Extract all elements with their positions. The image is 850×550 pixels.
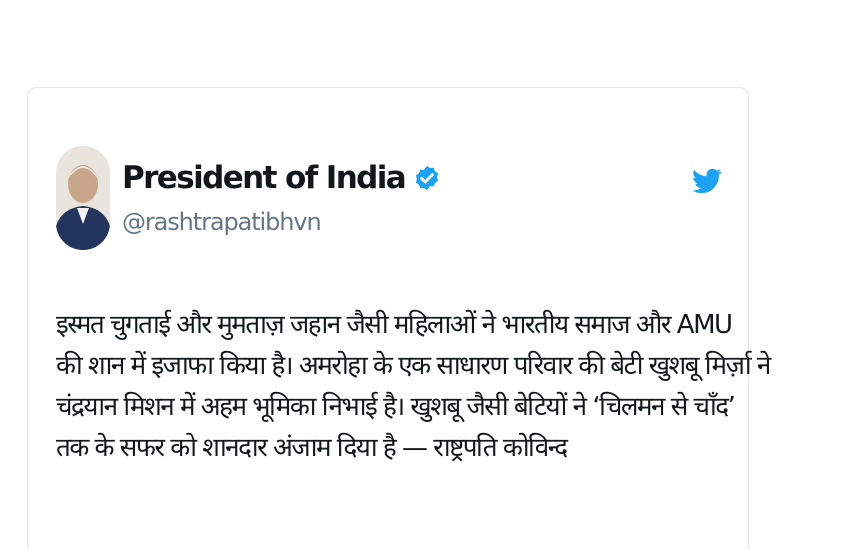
verified-badge-icon xyxy=(416,165,439,191)
author-handle[interactable]: @rashtrapatibhvn xyxy=(122,208,322,236)
author-name-row: President of India xyxy=(122,152,441,204)
avatar[interactable] xyxy=(56,146,110,250)
portrait-avatar-icon xyxy=(56,146,110,250)
twitter-bird-icon[interactable] xyxy=(692,160,722,200)
tweet-text-line: चंद्रयान मिशन में अहम भूमिका निभाई है। ख… xyxy=(56,392,736,422)
tweet-text-line: की शान में इजाफा किया है। अमरोहा के एक स… xyxy=(56,351,771,381)
tweet-text-line: इस्मत चुगताई और मुमताज़ जहान जैसी महिलाओ… xyxy=(56,310,733,340)
author-display-name[interactable]: President of India xyxy=(122,160,407,196)
tweet-text: इस्मत चुगताई और मुमताज़ जहान जैसी महिलाओ… xyxy=(56,305,771,469)
page: President of India @rashtrapatibhvn इस्म… xyxy=(0,0,850,550)
tweet-text-line: तक के सफर को शानदार अंजाम दिया है — राष्… xyxy=(56,433,568,463)
